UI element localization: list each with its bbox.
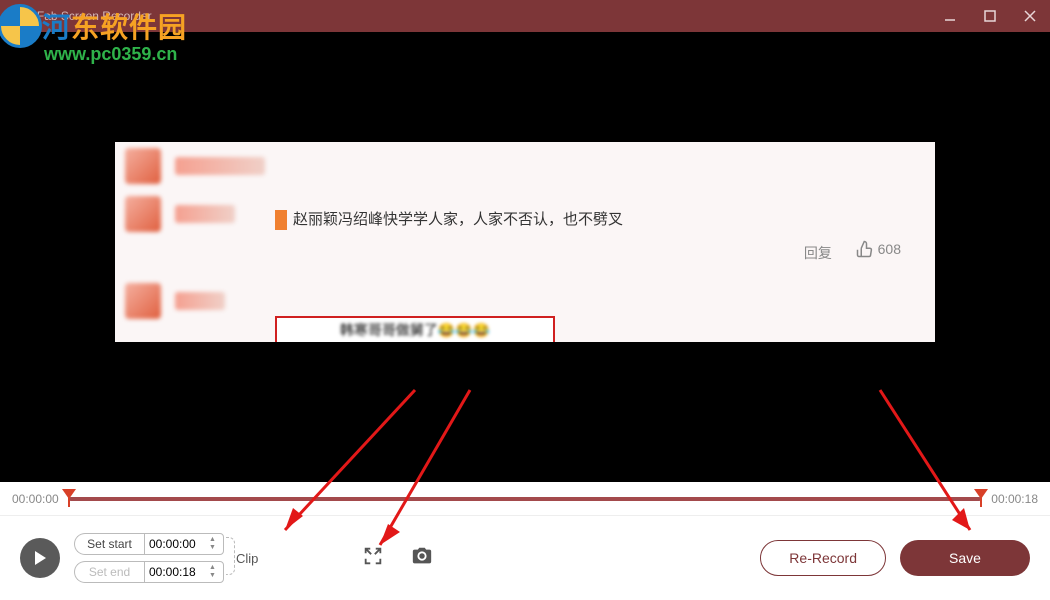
maximize-button[interactable]	[976, 0, 1004, 32]
like-count: 608	[856, 240, 901, 258]
app-title: TuneFab Screen Recorder	[10, 9, 152, 23]
timeline-track[interactable]	[69, 497, 982, 501]
reply-label: 回复	[804, 245, 832, 261]
rerecord-button[interactable]: Re-Record	[760, 540, 886, 576]
clip-start-input[interactable]: 00:00:00 ▲▼	[144, 533, 224, 555]
spin-down-icon[interactable]: ▼	[209, 544, 221, 552]
spin-up-icon[interactable]: ▲	[209, 564, 221, 572]
title-bar: TuneFab Screen Recorder	[0, 0, 1050, 32]
timeline-bar: 00:00:00 00:00:18	[0, 482, 1050, 516]
spin-down-icon[interactable]: ▼	[209, 572, 221, 580]
watermark-url: www.pc0359.cn	[44, 44, 187, 65]
clip-controls: Set start 00:00:00 ▲▼ Set end 00:00:18 ▲…	[74, 533, 258, 583]
timeline-selected-range	[69, 497, 982, 501]
highlighted-comment: 韩寒哥哥做舅了😂😂😂	[340, 320, 490, 340]
play-button[interactable]	[20, 538, 60, 578]
controls-bar: Set start 00:00:00 ▲▼ Set end 00:00:18 ▲…	[0, 516, 1050, 600]
save-button[interactable]: Save	[900, 540, 1030, 576]
fullscreen-icon[interactable]	[362, 545, 384, 572]
spin-up-icon[interactable]: ▲	[209, 536, 221, 544]
set-end-button[interactable]: Set end	[74, 561, 144, 583]
clip-end-input[interactable]: 00:00:18 ▲▼	[144, 561, 224, 583]
recorded-content: 赵丽颖冯绍峰快学学人家，人家不否认，也不劈叉 回复 608 、共92条回复 韩寒…	[115, 142, 935, 342]
clip-label: Clip	[236, 551, 258, 566]
close-button[interactable]	[1016, 0, 1044, 32]
minimize-button[interactable]	[936, 0, 964, 32]
video-preview-area: 河东软件园 www.pc0359.cn 赵丽颖冯绍峰快学学人家，人家不否认，也不…	[0, 32, 1050, 482]
set-start-button[interactable]: Set start	[74, 533, 144, 555]
timeline-start-time: 00:00:00	[12, 492, 59, 506]
snapshot-icon[interactable]	[410, 545, 434, 572]
timeline-end-time: 00:00:18	[991, 492, 1038, 506]
